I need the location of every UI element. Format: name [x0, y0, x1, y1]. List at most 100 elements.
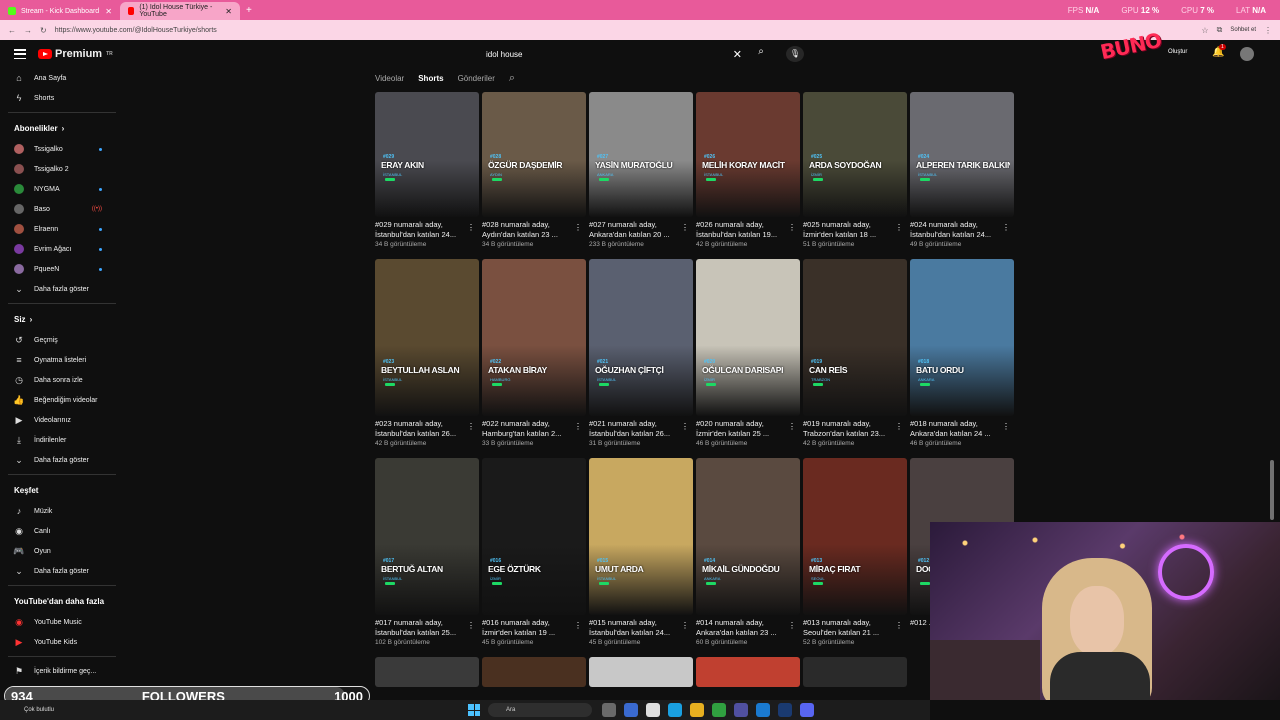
chrome-icon[interactable] — [712, 703, 726, 717]
sidebar-item[interactable]: ⌄ Daha fazla göster — [0, 450, 120, 470]
short-card[interactable]: #026 MELİH KORAY MACİT İSTANBUL #026 numara… — [696, 92, 800, 248]
scrollbar[interactable] — [1270, 460, 1274, 520]
short-title[interactable]: #028 numaralı aday, Aydın'dan katılan 23… — [482, 220, 586, 240]
browser-menu-icon[interactable]: ⋮ — [1264, 26, 1272, 35]
more-options-icon[interactable]: ⋮ — [681, 621, 689, 630]
tab-shorts[interactable]: Shorts — [418, 74, 443, 83]
short-card[interactable]: #014 MİKAİL GÜNDOĞDU ANKARA #014 numaralı a… — [696, 458, 800, 646]
sidebar-item[interactable]: ⌂ Ana Sayfa — [0, 68, 120, 88]
new-tab-icon[interactable]: + — [240, 5, 258, 16]
tab-gönderiler[interactable]: Gönderiler — [458, 74, 495, 83]
short-title[interactable]: #013 numaralı aday, Seoul'den katılan 21… — [803, 618, 907, 638]
extensions-icon[interactable]: ⧉ — [1217, 25, 1223, 35]
short-card[interactable]: #019 CAN REİS TRABZON #019 numaralı aday, T… — [803, 259, 907, 447]
vscode-icon[interactable] — [756, 703, 770, 717]
short-thumbnail[interactable]: #022 ATAKAN BİRAY HAMBURG — [482, 259, 586, 416]
short-thumbnail[interactable] — [803, 657, 907, 687]
more-options-icon[interactable]: ⋮ — [895, 223, 903, 232]
sidebar-item[interactable]: ◉ YouTube Music — [0, 612, 120, 632]
subscription-item[interactable]: Tssigalko 2 — [0, 159, 120, 179]
app-icon[interactable] — [734, 703, 748, 717]
notifications-bell-icon[interactable]: 🔔 1 — [1212, 44, 1226, 58]
short-thumbnail[interactable] — [589, 657, 693, 687]
weather-status[interactable]: Çok bulutlu — [24, 707, 54, 713]
task-view-icon[interactable] — [602, 703, 616, 717]
short-title[interactable]: #029 numaralı aday, İstanbul'dan katılan… — [375, 220, 479, 240]
browser-tab[interactable]: (1) Idol House Türkiye - YouTube ✕ — [120, 2, 240, 20]
short-title[interactable]: #023 numaralı aday, İstanbul'dan katılan… — [375, 419, 479, 439]
short-card[interactable]: #024 ALPEREN TARIK BALKIN İSTANBUL #024 num… — [910, 92, 1014, 248]
chat-button[interactable]: Sohbet et — [1230, 27, 1256, 33]
more-options-icon[interactable]: ⋮ — [467, 422, 475, 431]
short-thumbnail[interactable]: #014 MİKAİL GÜNDOĞDU ANKARA — [696, 458, 800, 615]
url-field[interactable]: https://www.youtube.com/@IdolHouseTurkiy… — [55, 27, 217, 34]
short-card[interactable]: #020 OĞULCAN DARISAPI İZMİR #020 numaralı a… — [696, 259, 800, 447]
short-thumbnail[interactable]: #018 BATU ORDU ANKARA — [910, 259, 1014, 416]
short-title[interactable]: #025 numaralı aday, İzmir'den katılan 18… — [803, 220, 907, 240]
search-input[interactable]: idol house — [486, 50, 522, 59]
subscription-item[interactable]: Baso ((•)) — [0, 199, 120, 219]
short-thumbnail[interactable]: #015 UMUT ARDA İSTANBUL — [589, 458, 693, 615]
sidebar-item[interactable]: ♪ Müzik — [0, 501, 120, 521]
short-title[interactable]: #027 numaralı aday, Ankara'dan katılan 2… — [589, 220, 693, 240]
close-tab-icon[interactable]: ✕ — [105, 7, 112, 16]
short-thumbnail[interactable]: #019 CAN REİS TRABZON — [803, 259, 907, 416]
show-more-subscriptions[interactable]: ⌄ Daha fazla göster — [0, 279, 120, 299]
sidebar-item[interactable]: ⌄ Daha fazla göster — [0, 561, 120, 581]
short-card[interactable]: #028 ÖZGÜR DAŞDEMİR AYDIN #028 numaralı ada… — [482, 92, 586, 248]
discord-icon[interactable] — [800, 703, 814, 717]
short-title[interactable]: #022 numaralı aday, Hamburg'tan katılan … — [482, 419, 586, 439]
more-options-icon[interactable]: ⋮ — [1002, 223, 1010, 232]
sidebar-item[interactable]: 🎮 Oyun — [0, 541, 120, 561]
more-options-icon[interactable]: ⋮ — [681, 422, 689, 431]
more-options-icon[interactable]: ⋮ — [574, 223, 582, 232]
subscriptions-heading[interactable]: Abonelikler › — [0, 117, 120, 139]
forward-icon[interactable]: → — [24, 26, 32, 35]
steam-icon[interactable] — [778, 703, 792, 717]
short-thumbnail[interactable] — [696, 657, 800, 687]
close-tab-icon[interactable]: ✕ — [225, 7, 232, 16]
channel-search-icon[interactable]: ⌕ — [509, 72, 515, 85]
copilot-icon[interactable] — [624, 703, 638, 717]
more-options-icon[interactable]: ⋮ — [574, 422, 582, 431]
short-title[interactable]: #016 numaralı aday, İzmir'den katılan 19… — [482, 618, 586, 638]
more-options-icon[interactable]: ⋮ — [467, 621, 475, 630]
subscription-item[interactable]: Evrim Ağacı — [0, 239, 120, 259]
short-title[interactable]: #021 numaralı aday, İstanbul'dan katılan… — [589, 419, 693, 439]
store-icon[interactable] — [646, 703, 660, 717]
short-thumbnail[interactable]: #025 ARDA SOYDOĞAN İZMİR — [803, 92, 907, 217]
short-thumbnail[interactable]: #020 OĞULCAN DARISAPI İZMİR — [696, 259, 800, 416]
short-card[interactable]: #022 ATAKAN BİRAY HAMBURG #022 numaralı ada… — [482, 259, 586, 447]
more-options-icon[interactable]: ⋮ — [895, 422, 903, 431]
short-thumbnail[interactable] — [375, 657, 479, 687]
more-options-icon[interactable]: ⋮ — [788, 621, 796, 630]
sidebar-item[interactable]: ▶ YouTube Kids — [0, 632, 120, 652]
file-explorer-icon[interactable] — [690, 703, 704, 717]
short-title[interactable]: #015 numaralı aday, İstanbul'dan katılan… — [589, 618, 693, 638]
short-title[interactable]: #014 numaralı aday, Ankara'dan katılan 2… — [696, 618, 800, 638]
more-options-icon[interactable]: ⋮ — [1002, 422, 1010, 431]
subscription-item[interactable]: NYGMA — [0, 179, 120, 199]
short-card[interactable]: #016 EGE ÖZTÜRK İZMİR #016 numaralı aday, İ… — [482, 458, 586, 646]
more-options-icon[interactable]: ⋮ — [788, 223, 796, 232]
short-thumbnail[interactable] — [482, 657, 586, 687]
browser-tab[interactable]: Stream - Kick Dashboard ✕ — [0, 2, 120, 20]
avatar[interactable] — [1240, 47, 1254, 61]
short-card[interactable]: #018 BATU ORDU ANKARA #018 numaralı aday, A… — [910, 259, 1014, 447]
more-options-icon[interactable]: ⋮ — [574, 621, 582, 630]
short-title[interactable]: #026 numaralı aday, İstanbul'dan katılan… — [696, 220, 800, 240]
subscription-item[interactable]: Elraenn — [0, 219, 120, 239]
short-card[interactable]: #017 BERTUĞ ALTAN İSTANBUL #017 numaralı ad… — [375, 458, 479, 646]
short-thumbnail[interactable]: #013 MİRAÇ FIRAT SEOUL — [803, 458, 907, 615]
short-card[interactable]: #029 ERAY AKIN İSTANBUL #029 numaralı aday,… — [375, 92, 479, 248]
short-thumbnail[interactable]: #023 BEYTULLAH ASLAN İSTANBUL — [375, 259, 479, 416]
sidebar-item[interactable]: ⤓ İndirilenler — [0, 430, 120, 450]
short-card[interactable]: #015 UMUT ARDA İSTANBUL #015 numaralı aday,… — [589, 458, 693, 646]
microphone-icon[interactable]: 🎙 — [786, 46, 804, 62]
search-box[interactable]: idol house ✕ — [478, 44, 750, 64]
clear-search-icon[interactable]: ✕ — [733, 48, 742, 61]
short-thumbnail[interactable]: #027 YASİN MURATOĞLU ANKARA — [589, 92, 693, 217]
more-options-icon[interactable]: ⋮ — [788, 422, 796, 431]
sidebar-item[interactable]: ◷ Daha sonra izle — [0, 370, 120, 390]
sidebar-item[interactable]: ↺ Geçmiş — [0, 330, 120, 350]
